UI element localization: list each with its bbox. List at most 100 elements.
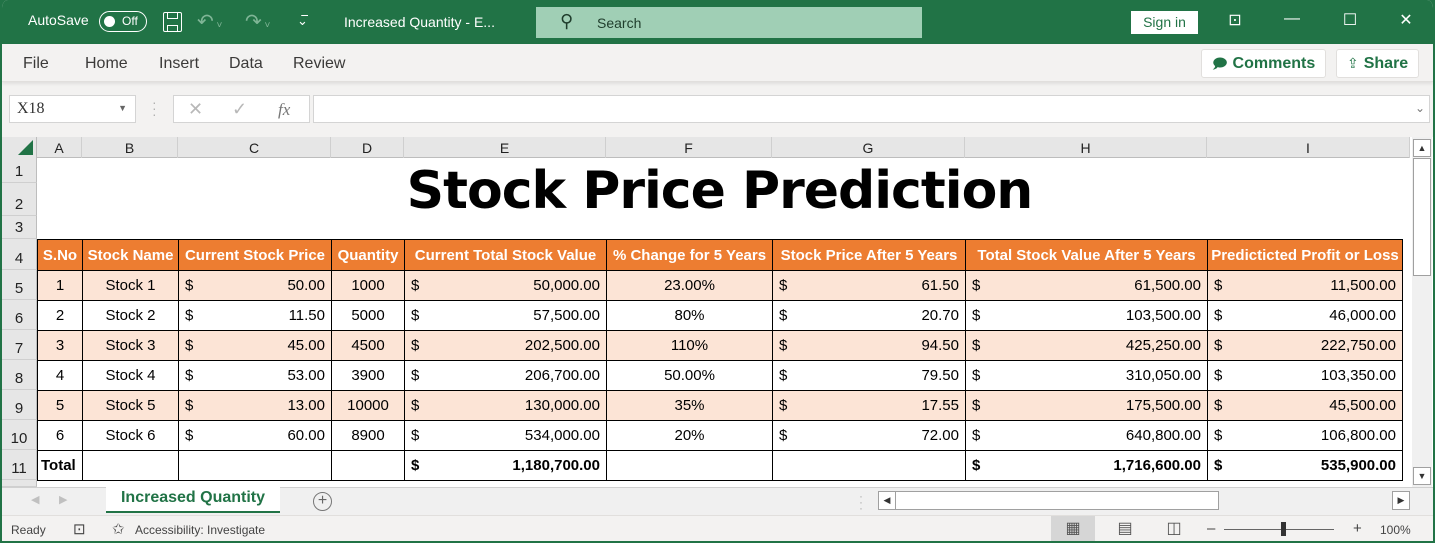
cell-current-price[interactable]: $13.00 [178, 390, 332, 421]
row-header-7[interactable]: 7 [2, 330, 37, 360]
cell-empty[interactable] [82, 450, 179, 481]
tab-data[interactable]: Data [229, 55, 263, 73]
header-price-after[interactable]: Stock Price After 5 Years [772, 239, 966, 271]
cell-sno[interactable]: 2 [37, 300, 83, 331]
cell-total-value5[interactable]: $1,716,600.00 [965, 450, 1208, 481]
column-header-c[interactable]: C [178, 137, 331, 158]
sign-in-button[interactable]: Sign in [1131, 11, 1198, 34]
select-all-button[interactable] [2, 137, 37, 158]
cell-quantity[interactable]: 10000 [331, 390, 405, 421]
horizontal-scroll-thumb[interactable] [895, 491, 1219, 510]
macro-recording-icon[interactable]: ⊡ [73, 520, 86, 538]
column-header-h[interactable]: H [965, 137, 1207, 158]
scroll-down-icon[interactable]: ▼ [1413, 467, 1431, 485]
cell-total-profit[interactable]: $535,900.00 [1207, 450, 1403, 481]
cell-profit[interactable]: $46,000.00 [1207, 300, 1403, 331]
cell-price-after[interactable]: $79.50 [772, 360, 966, 391]
cell-profit[interactable]: $103,350.00 [1207, 360, 1403, 391]
header-change[interactable]: % Change for 5 Years [606, 239, 773, 271]
cell-sno[interactable]: 6 [37, 420, 83, 451]
cell-change[interactable]: 23.00% [606, 270, 773, 301]
tab-file[interactable]: File [23, 55, 49, 73]
cell-stock-name[interactable]: Stock 5 [82, 390, 179, 421]
cancel-icon[interactable]: ✕ [188, 99, 203, 120]
sheet-tab-increased-quantity[interactable]: Increased Quantity [106, 487, 280, 513]
cell-current-price[interactable]: $11.50 [178, 300, 332, 331]
row-header-12[interactable] [2, 480, 37, 487]
cell-quantity[interactable]: 8900 [331, 420, 405, 451]
search-input[interactable]: ⚲ Search [536, 7, 922, 38]
cell-sno[interactable]: 1 [37, 270, 83, 301]
column-header-f[interactable]: F [606, 137, 772, 158]
redo-icon[interactable]: ↷ ˅ [245, 9, 270, 34]
cell-current-price[interactable]: $60.00 [178, 420, 332, 451]
row-header-8[interactable]: 8 [2, 360, 37, 390]
cell-stock-name[interactable]: Stock 2 [82, 300, 179, 331]
drag-handle-icon[interactable]: · · · [152, 95, 157, 121]
cell-current-value[interactable]: $50,000.00 [404, 270, 607, 301]
tab-insert[interactable]: Insert [159, 55, 199, 73]
cell-price-after[interactable]: $61.50 [772, 270, 966, 301]
expand-formula-icon[interactable]: ⌄ [1415, 101, 1425, 115]
cell-quantity[interactable]: 5000 [331, 300, 405, 331]
header-stock-name[interactable]: Stock Name [82, 239, 179, 271]
cell-current-value[interactable]: $202,500.00 [404, 330, 607, 361]
cell-price-after[interactable]: $94.50 [772, 330, 966, 361]
close-icon[interactable]: ✕ [1391, 10, 1421, 30]
minimize-icon[interactable]: — [1277, 10, 1307, 28]
zoom-in-icon[interactable]: + [1353, 520, 1362, 537]
next-sheet-icon[interactable]: ▶ [59, 493, 67, 506]
cell-value-after[interactable]: $640,800.00 [965, 420, 1208, 451]
cell-total-label[interactable]: Total [37, 450, 83, 481]
column-header-b[interactable]: B [82, 137, 178, 158]
column-header-a[interactable]: A [37, 137, 82, 158]
cell-sno[interactable]: 3 [37, 330, 83, 361]
cell-quantity[interactable]: 4500 [331, 330, 405, 361]
share-button[interactable]: ⇪ Share [1336, 49, 1420, 78]
cell-profit[interactable]: $106,800.00 [1207, 420, 1403, 451]
cell-empty[interactable] [331, 450, 405, 481]
cell-quantity[interactable]: 3900 [331, 360, 405, 391]
cell-change[interactable]: 110% [606, 330, 773, 361]
cell-sno[interactable]: 4 [37, 360, 83, 391]
page-layout-view-icon[interactable]: ▤ [1103, 516, 1147, 541]
cell-value-after[interactable]: $425,250.00 [965, 330, 1208, 361]
header-current-price[interactable]: Current Stock Price [178, 239, 332, 271]
cell-current-value[interactable]: $534,000.00 [404, 420, 607, 451]
chevron-down-icon[interactable]: ▼ [118, 103, 127, 113]
cell-price-after[interactable]: $17.55 [772, 390, 966, 421]
row-header-3[interactable]: 3 [2, 216, 37, 239]
cell-price-after[interactable]: $72.00 [772, 420, 966, 451]
header-quantity[interactable]: Quantity [331, 239, 405, 271]
cell-change[interactable]: 20% [606, 420, 773, 451]
maximize-icon[interactable]: ☐ [1335, 10, 1365, 30]
column-header-g[interactable]: G [772, 137, 965, 158]
cell-current-value[interactable]: $206,700.00 [404, 360, 607, 391]
horizontal-scrollbar[interactable]: ◀ ▶ [878, 491, 1411, 511]
enter-icon[interactable]: ✓ [232, 99, 247, 120]
zoom-slider-thumb[interactable] [1281, 522, 1286, 536]
undo-icon[interactable]: ↶ ˅ [197, 9, 222, 34]
add-sheet-icon[interactable]: + [313, 492, 332, 511]
cell-stock-name[interactable]: Stock 4 [82, 360, 179, 391]
comments-button[interactable]: 🗩 Comments [1201, 49, 1327, 78]
cell-profit[interactable]: $222,750.00 [1207, 330, 1403, 361]
page-break-view-icon[interactable]: ◫ [1152, 516, 1196, 541]
zoom-level[interactable]: 100% [1380, 523, 1411, 537]
name-box[interactable]: X18 ▼ [9, 95, 136, 123]
row-header-10[interactable]: 10 [2, 420, 37, 450]
insert-function-icon[interactable]: fx [278, 100, 290, 120]
accessibility-status[interactable]: Accessibility: Investigate [135, 523, 265, 537]
cell-change[interactable]: 35% [606, 390, 773, 421]
tab-split-handle-icon[interactable]: · · · [859, 490, 863, 514]
prev-sheet-icon[interactable]: ◀ [31, 493, 39, 506]
vertical-scroll-thumb[interactable] [1413, 158, 1431, 276]
cell-empty[interactable] [772, 450, 966, 481]
formula-input[interactable]: ⌄ [313, 95, 1430, 123]
scroll-up-icon[interactable]: ▲ [1413, 139, 1431, 157]
cell-quantity[interactable]: 1000 [331, 270, 405, 301]
cell-stock-name[interactable]: Stock 6 [82, 420, 179, 451]
header-sno[interactable]: S.No [37, 239, 83, 271]
row-header-11[interactable]: 11 [2, 450, 37, 480]
header-value-after[interactable]: Total Stock Value After 5 Years [965, 239, 1208, 271]
